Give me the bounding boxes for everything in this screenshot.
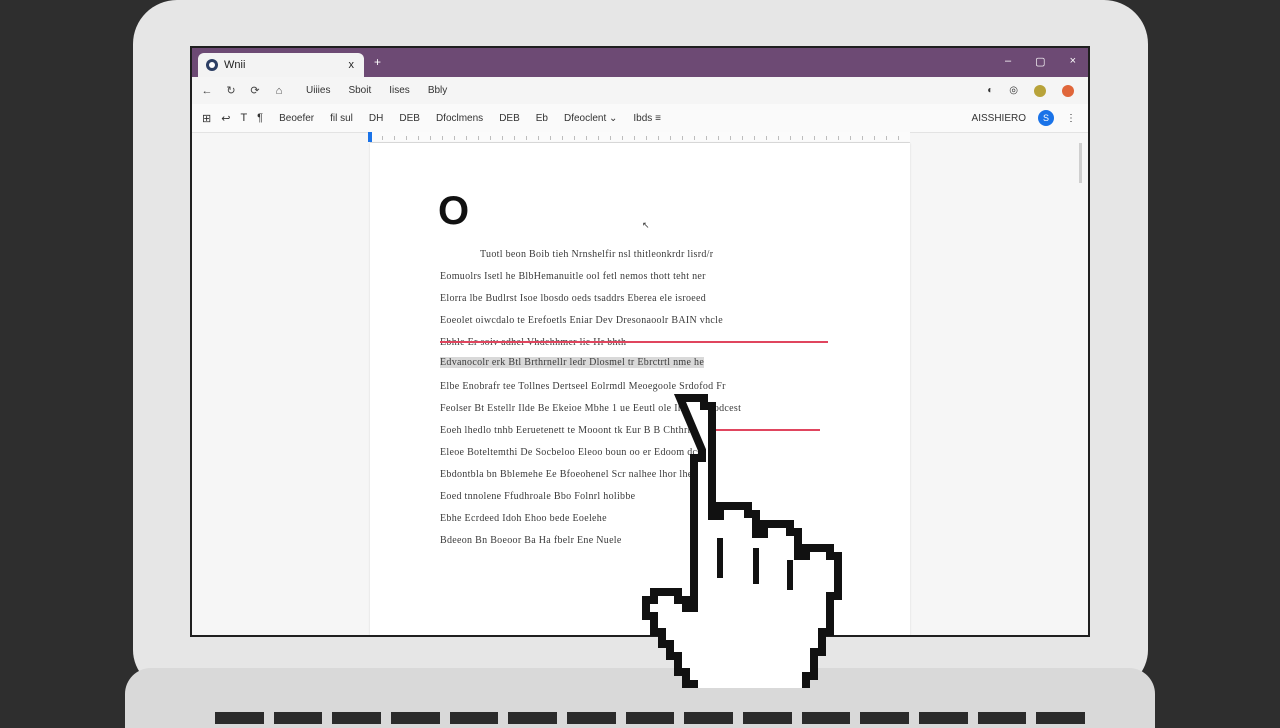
app-logo-icon xyxy=(206,59,218,71)
toolbar-item-4[interactable]: DEB xyxy=(399,113,420,124)
refresh-icon[interactable]: ⟳ xyxy=(246,84,264,97)
back-icon[interactable]: ← xyxy=(198,85,216,97)
undo-icon[interactable]: ↩ xyxy=(221,112,230,125)
toolbar-item-5[interactable]: Dfoclmens xyxy=(436,113,483,124)
document-heading: O xyxy=(438,189,470,233)
profile-dot-icon[interactable] xyxy=(1034,84,1046,97)
menu-item-1[interactable]: Uiiies xyxy=(306,85,330,96)
keyboard-keys xyxy=(215,712,1086,724)
doc-line-selected[interactable]: Edvanocolr erk Btl Brthrnellr ledr Dlosm… xyxy=(440,357,705,368)
toolbar-item-2[interactable]: fil sul xyxy=(330,113,353,124)
redo-icon[interactable]: ↻ xyxy=(222,84,240,97)
doc-line[interactable]: Eomuolrs Isetl he BlbHemanuitle ool fetl… xyxy=(440,271,706,282)
spellcheck-underline xyxy=(440,341,828,343)
doc-menu-icon[interactable]: ⊞ xyxy=(202,112,211,125)
toolbar-right: AISSHIERO S ⋮ xyxy=(972,110,1076,126)
browser-tab[interactable]: Wnii x xyxy=(198,53,364,77)
settings-icon[interactable]: ◎ xyxy=(1009,85,1018,96)
menu-bar: ← ↻ ⟳ ⌂ Uiiies Sboit Iises Bbly ◐ ◎ xyxy=(192,77,1088,105)
menu-item-4[interactable]: Bbly xyxy=(428,85,447,96)
doc-line[interactable]: Elorra lbe Budlrst Isoe lbosdo oeds tsad… xyxy=(440,293,706,304)
paragraph-icon[interactable]: ¶ xyxy=(257,112,263,124)
pointing-hand-cursor-icon xyxy=(642,394,842,688)
indent-marker[interactable] xyxy=(368,132,372,142)
doc-line[interactable]: Eoeolet oiwcdalo te Erefoetls Eniar Dev … xyxy=(440,315,723,326)
text-cursor-icon: ↖ xyxy=(642,220,650,230)
format-toolbar: ⊞ ↩ T ¶ Beoefer fil sul DH DEB Dfoclmens… xyxy=(192,104,1088,133)
maximize-button[interactable]: ▢ xyxy=(1035,55,1045,68)
doc-line[interactable]: Eoed tnnolene Ffudhroale Bbo Folnrl holi… xyxy=(440,491,635,502)
user-share-icon[interactable]: S xyxy=(1038,110,1054,126)
tab-close-icon[interactable]: x xyxy=(349,59,355,71)
menu-item-3[interactable]: Iises xyxy=(389,85,410,96)
extension-icon[interactable]: ◐ xyxy=(987,85,993,96)
home-icon[interactable]: ⌂ xyxy=(270,85,288,97)
close-window-button[interactable]: × xyxy=(1070,55,1076,68)
share-button[interactable]: AISSHIERO xyxy=(972,113,1026,124)
more-options-icon[interactable]: ⋮ xyxy=(1066,113,1076,124)
minimize-button[interactable]: – xyxy=(1005,55,1011,68)
toolbar-item-7[interactable]: Eb xyxy=(536,113,548,124)
window-controls: – ▢ × xyxy=(1005,55,1076,68)
toolbar-item-3[interactable]: DH xyxy=(369,113,383,124)
tab-title: Wnii xyxy=(224,59,246,71)
scrollbar[interactable] xyxy=(1079,143,1082,183)
text-format-icon[interactable]: T xyxy=(240,112,247,124)
toolbar-item-1[interactable]: Beoefer xyxy=(279,113,314,124)
account-avatar[interactable] xyxy=(1062,84,1074,97)
toolbar-item-6[interactable]: DEB xyxy=(499,113,520,124)
style-dropdown[interactable]: Dfeoclent ⌄ xyxy=(564,113,617,124)
title-bar: Wnii x + – ▢ × xyxy=(192,48,1088,77)
list-dropdown[interactable]: Ibds ≡ xyxy=(633,113,661,124)
menu-item-2[interactable]: Sboit xyxy=(348,85,371,96)
menubar-right-controls: ◐ ◎ xyxy=(987,84,1074,97)
new-tab-button[interactable]: + xyxy=(374,55,381,69)
doc-line[interactable]: Bdeeon Bn Boeoor Ba Ha fbelr Ene Nuele xyxy=(440,535,622,546)
doc-line[interactable]: Tuotl beon Boib tieh Nrnshelfir nsl thit… xyxy=(480,249,713,260)
doc-line[interactable]: Ebhe Ecrdeed Idoh Ehoo bede Eoelehe xyxy=(440,513,607,524)
ruler[interactable] xyxy=(370,132,910,143)
